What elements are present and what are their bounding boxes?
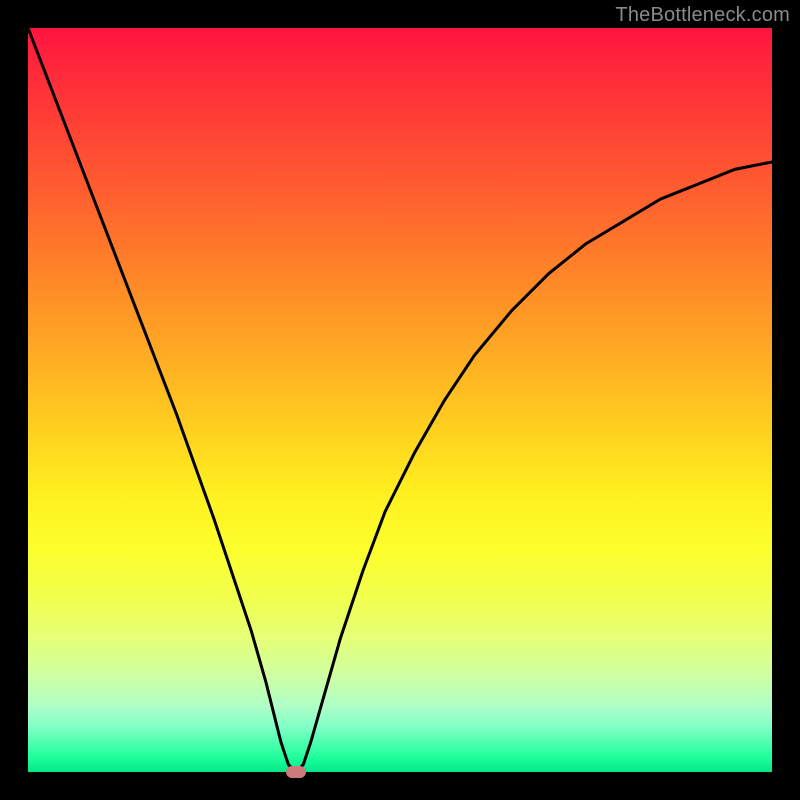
min-marker — [286, 766, 306, 778]
chart-container: TheBottleneck.com — [0, 0, 800, 800]
plot-area — [28, 28, 772, 772]
curve-path — [28, 28, 772, 772]
curve-svg — [28, 28, 772, 772]
watermark-text: TheBottleneck.com — [615, 4, 790, 27]
